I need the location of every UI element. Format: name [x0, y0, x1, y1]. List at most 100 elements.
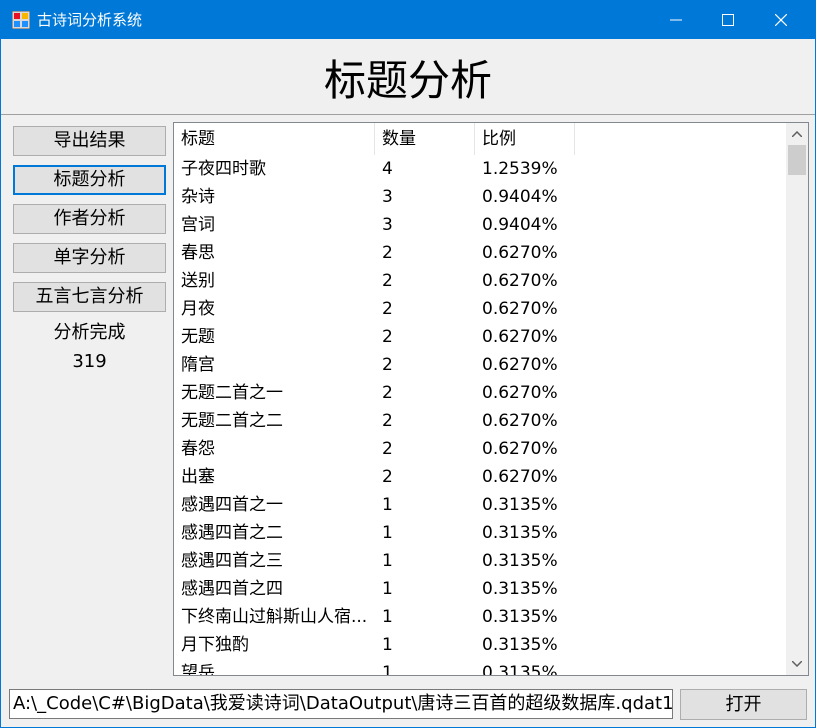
list-item[interactable]: 感遇四首之三 1 0.3135%	[174, 547, 786, 575]
scroll-thumb[interactable]	[788, 145, 806, 175]
result-count: 319	[72, 351, 107, 372]
app-window: 古诗词分析系统 标题分析 导出结果 标题分析 作者分析 单字分析 五言七言分析 …	[0, 0, 816, 728]
ratio-cell: 0.6270%	[482, 355, 558, 375]
ratio-cell: 0.3135%	[482, 523, 558, 543]
title-cell: 下终南山过斛斯山人宿...	[181, 607, 368, 627]
ratio-cell: 0.6270%	[482, 299, 558, 319]
count-cell: 4	[382, 159, 393, 179]
page-title: 标题分析	[323, 56, 492, 105]
list-item[interactable]: 望岳 1 0.3135%	[174, 659, 786, 675]
list-item[interactable]: 春怨 2 0.6270%	[174, 435, 786, 463]
list-rows: 子夜四时歌 4 1.2539% 杂诗 3 0.9404% 宫词 3 0.9404% 春思 2 0.62…	[174, 155, 786, 675]
list-item[interactable]: 子夜四时歌 4 1.2539%	[174, 155, 786, 183]
ratio-cell: 0.6270%	[482, 271, 558, 291]
count-cell: 1	[382, 607, 393, 627]
count-cell: 3	[382, 187, 393, 207]
list-item[interactable]: 送别 2 0.6270%	[174, 267, 786, 295]
ratio-cell: 0.6270%	[482, 439, 558, 459]
close-icon	[775, 14, 787, 26]
list-item[interactable]: 无题二首之一 2 0.6270%	[174, 379, 786, 407]
count-cell: 2	[382, 299, 393, 319]
column-header-ratio[interactable]: 比例	[475, 123, 575, 155]
chevron-up-icon	[792, 131, 802, 137]
header-divider	[1, 114, 815, 115]
window-title: 古诗词分析系统	[37, 11, 143, 29]
count-cell: 1	[382, 663, 393, 675]
title-cell: 杂诗	[181, 187, 215, 207]
title-cell: 月夜	[181, 299, 215, 319]
title-cell: 无题二首之二	[181, 411, 283, 431]
list-item[interactable]: 春思 2 0.6270%	[174, 239, 786, 267]
count-cell: 1	[382, 579, 393, 599]
count-cell: 2	[382, 439, 393, 459]
list-item[interactable]: 隋宫 2 0.6270%	[174, 351, 786, 379]
scroll-down-button[interactable]	[786, 653, 808, 675]
list-item[interactable]: 感遇四首之四 1 0.3135%	[174, 575, 786, 603]
list-item[interactable]: 感遇四首之二 1 0.3135%	[174, 519, 786, 547]
export-results-button[interactable]: 导出结果	[13, 126, 166, 156]
title-cell: 月下独酌	[181, 635, 249, 655]
ratio-cell: 0.3135%	[482, 495, 558, 515]
chevron-down-icon	[792, 661, 802, 667]
count-cell: 2	[382, 271, 393, 291]
list-item[interactable]: 出塞 2 0.6270%	[174, 463, 786, 491]
title-cell: 望岳	[181, 663, 215, 675]
count-cell: 1	[382, 495, 393, 515]
character-analysis-button[interactable]: 单字分析	[13, 243, 166, 273]
title-bar[interactable]: 古诗词分析系统	[1, 1, 815, 39]
list-item[interactable]: 感遇四首之一 1 0.3135%	[174, 491, 786, 519]
title-cell: 宫词	[181, 215, 215, 235]
app-icon	[11, 10, 31, 30]
open-button[interactable]: 打开	[680, 689, 807, 720]
title-analysis-button[interactable]: 标题分析	[13, 165, 166, 195]
title-cell: 感遇四首之四	[181, 579, 283, 599]
list-item[interactable]: 月下独酌 1 0.3135%	[174, 631, 786, 659]
column-header-count[interactable]: 数量	[375, 123, 475, 155]
list-item[interactable]: 杂诗 3 0.9404%	[174, 183, 786, 211]
list-item[interactable]: 无题 2 0.6270%	[174, 323, 786, 351]
list-item[interactable]: 无题二首之二 2 0.6270%	[174, 407, 786, 435]
ratio-cell: 0.9404%	[482, 215, 558, 235]
count-cell: 2	[382, 243, 393, 263]
title-cell: 隋宫	[181, 355, 215, 375]
title-cell: 无题二首之一	[181, 383, 283, 403]
ratio-cell: 0.3135%	[482, 635, 558, 655]
count-cell: 2	[382, 383, 393, 403]
title-cell: 春思	[181, 243, 215, 263]
ratio-cell: 0.3135%	[482, 579, 558, 599]
count-cell: 2	[382, 467, 393, 487]
list-item[interactable]: 下终南山过斛斯山人宿... 1 0.3135%	[174, 603, 786, 631]
title-cell: 送别	[181, 271, 215, 291]
status-label: 分析完成	[53, 322, 126, 343]
column-header-title[interactable]: 标题	[174, 123, 375, 155]
list-item[interactable]: 宫词 3 0.9404%	[174, 211, 786, 239]
ratio-cell: 0.6270%	[482, 467, 558, 487]
ratio-cell: 0.9404%	[482, 187, 558, 207]
vertical-scrollbar[interactable]	[786, 123, 808, 675]
close-button[interactable]	[758, 1, 804, 39]
ratio-cell: 0.6270%	[482, 243, 558, 263]
file-path-input[interactable]: A:\_Code\C#\BigData\我爱读诗词\DataOutput\唐诗三…	[9, 689, 673, 719]
author-analysis-button[interactable]: 作者分析	[13, 204, 166, 234]
ratio-cell: 0.3135%	[482, 663, 558, 675]
title-cell: 无题	[181, 327, 215, 347]
ratio-cell: 0.6270%	[482, 383, 558, 403]
list-header: 标题 数量 比例	[174, 123, 786, 155]
count-cell: 1	[382, 551, 393, 571]
five-seven-char-analysis-button[interactable]: 五言七言分析	[13, 282, 166, 312]
count-cell: 1	[382, 635, 393, 655]
scroll-up-button[interactable]	[786, 123, 808, 145]
minimize-icon	[670, 19, 682, 21]
title-cell: 子夜四时歌	[181, 159, 266, 179]
title-cell: 感遇四首之三	[181, 551, 283, 571]
maximize-icon	[722, 14, 734, 26]
maximize-button[interactable]	[705, 1, 751, 39]
ratio-cell: 0.6270%	[482, 411, 558, 431]
title-cell: 出塞	[181, 467, 215, 487]
count-cell: 2	[382, 355, 393, 375]
ratio-cell: 0.3135%	[482, 607, 558, 627]
list-item[interactable]: 月夜 2 0.6270%	[174, 295, 786, 323]
minimize-button[interactable]	[653, 1, 699, 39]
ratio-cell: 1.2539%	[482, 159, 558, 179]
results-list-view[interactable]: 标题 数量 比例 子夜四时歌 4 1.2539% 杂诗 3 0.9404% 宫词 3 0.940…	[173, 122, 809, 676]
